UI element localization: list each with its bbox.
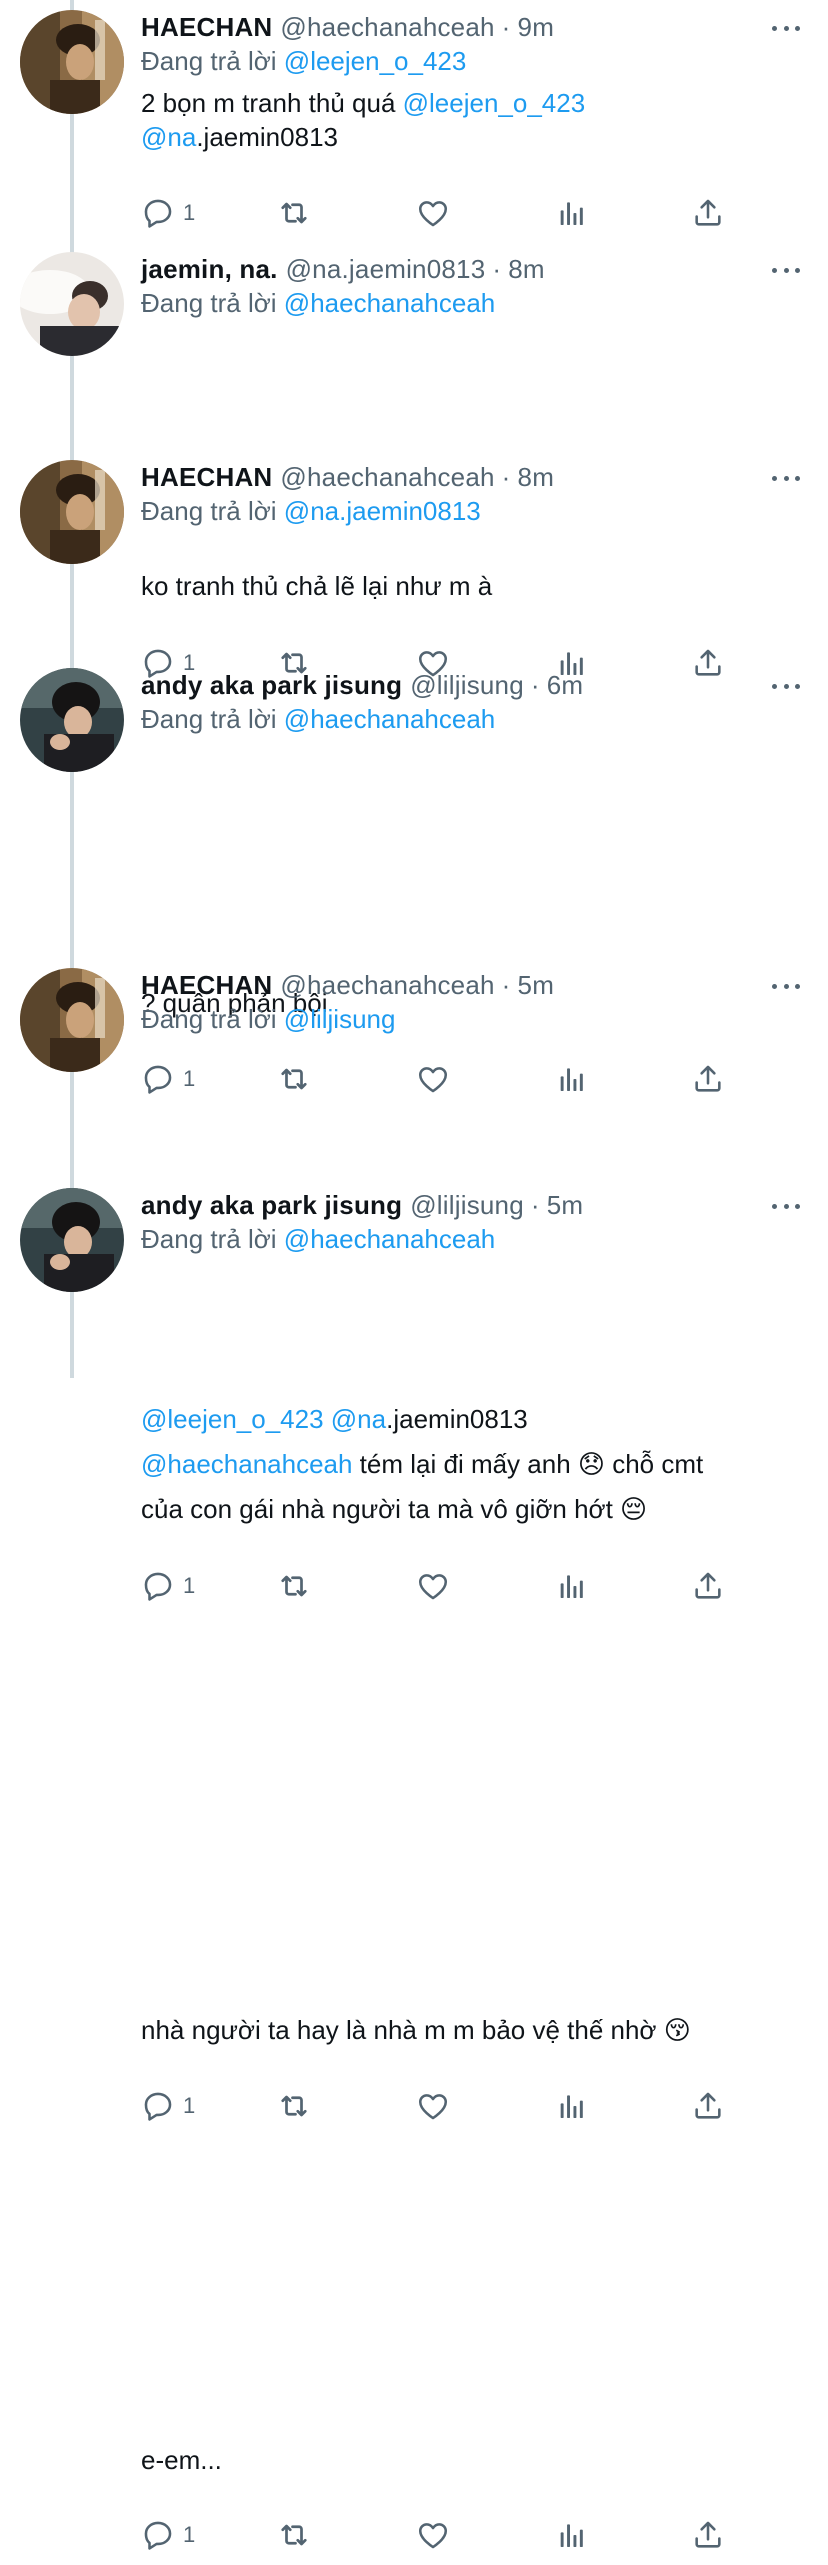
replying-to: Đang trả lời @na.jaemin0813	[141, 496, 481, 527]
reply-icon	[141, 2518, 175, 2552]
avatar[interactable]	[20, 968, 124, 1072]
heart-icon	[416, 2518, 450, 2552]
user-handle[interactable]: @liljisung	[410, 670, 524, 701]
replying-to: Đang trả lời @haechanahceah	[141, 704, 495, 735]
reply-icon	[141, 196, 175, 230]
user-handle[interactable]: @haechanahceah	[280, 462, 494, 493]
timestamp[interactable]: 5m	[547, 1190, 584, 1221]
reply-button[interactable]: 1	[141, 193, 195, 233]
timestamp[interactable]: 5m	[518, 970, 555, 1001]
timestamp[interactable]: 9m	[518, 12, 555, 43]
separator-dot: ·	[530, 1189, 540, 1220]
user-handle[interactable]: @haechanahceah	[280, 12, 494, 43]
tweet-header: HAECHAN @haechanahceah · 8m	[141, 460, 554, 494]
replying-label: Đang trả lời	[141, 1224, 277, 1254]
share-button[interactable]	[691, 193, 725, 233]
retweet-icon	[276, 2517, 312, 2553]
text-segment: e-em...	[141, 2445, 222, 2475]
reply-tweet[interactable]: andy aka park jisung @liljisung · 5m Đan…	[0, 1188, 828, 2565]
timestamp[interactable]: 8m	[508, 254, 545, 285]
bar-chart-icon	[556, 197, 588, 229]
separator-dot: ·	[492, 253, 502, 284]
user-handle[interactable]: @haechanahceah	[280, 970, 494, 1001]
display-name[interactable]: jaemin, na.	[141, 254, 278, 285]
replying-to: Đang trả lời @leejen_o_423	[141, 46, 466, 77]
replying-to: Đang trả lời @haechanahceah	[141, 1224, 495, 1255]
reply-target-mention[interactable]: @liljisung	[284, 1004, 396, 1034]
reply-target-mention[interactable]: @na.jaemin0813	[284, 496, 481, 526]
avatar[interactable]	[20, 668, 124, 772]
like-button[interactable]	[416, 2515, 450, 2555]
tweet-header: andy aka park jisung @liljisung · 6m	[141, 668, 583, 702]
reply-target-mention[interactable]: @haechanahceah	[284, 1224, 495, 1254]
tweet-text-line: e-em...	[141, 2445, 222, 2476]
more-options-icon[interactable]	[772, 260, 800, 280]
user-handle[interactable]: @liljisung	[410, 1190, 524, 1221]
timestamp[interactable]: 6m	[547, 670, 584, 701]
display-name[interactable]: HAECHAN	[141, 462, 272, 493]
avatar[interactable]	[20, 1188, 124, 1292]
separator-dot: ·	[501, 461, 511, 492]
display-name[interactable]: HAECHAN	[141, 12, 272, 43]
like-button[interactable]	[416, 193, 450, 233]
more-options-icon[interactable]	[772, 1196, 800, 1216]
heart-icon	[416, 196, 450, 230]
views-button[interactable]	[556, 2515, 588, 2555]
separator-dot: ·	[501, 11, 511, 42]
replying-label: Đang trả lời	[141, 704, 277, 734]
avatar[interactable]	[20, 10, 124, 114]
more-options-icon[interactable]	[772, 18, 800, 38]
display-name[interactable]: andy aka park jisung	[141, 1190, 402, 1221]
replying-label: Đang trả lời	[141, 1004, 277, 1034]
views-button[interactable]	[556, 193, 588, 233]
share-icon	[691, 196, 725, 230]
tweet-actions: 1	[141, 2515, 741, 2555]
share-icon	[691, 2518, 725, 2552]
avatar[interactable]	[20, 460, 124, 564]
mention-link[interactable]: @na	[141, 122, 196, 152]
user-handle[interactable]: @na.jaemin0813	[286, 254, 486, 285]
more-options-icon[interactable]	[772, 468, 800, 488]
reply-count: 1	[183, 200, 196, 225]
retweet-icon	[276, 195, 312, 231]
more-options-icon[interactable]	[772, 976, 800, 996]
tweet-text-line: @na.jaemin0813	[141, 122, 338, 153]
timestamp[interactable]: 8m	[518, 462, 555, 493]
replying-label: Đang trả lời	[141, 46, 277, 76]
replying-label: Đang trả lời	[141, 496, 277, 526]
reply-tweet[interactable]: HAECHAN @haechanahceah · 9m Đang trả lời…	[0, 10, 828, 243]
tweet-header: jaemin, na. @na.jaemin0813 · 8m	[141, 252, 545, 286]
reply-target-mention[interactable]: @haechanahceah	[284, 288, 495, 318]
avatar[interactable]	[20, 252, 124, 356]
replying-to: Đang trả lời @haechanahceah	[141, 288, 495, 319]
display-name[interactable]: andy aka park jisung	[141, 670, 402, 701]
text-segment: .jaemin0813	[196, 122, 338, 152]
separator-dot: ·	[530, 669, 540, 700]
tweet-actions: 1	[141, 193, 741, 233]
tweet-header: andy aka park jisung @liljisung · 5m	[141, 1188, 583, 1222]
reply-button[interactable]: 1	[141, 2515, 195, 2555]
reply-count: 1	[183, 2522, 196, 2547]
bar-chart-icon	[556, 2519, 588, 2551]
reply-target-mention[interactable]: @leejen_o_423	[284, 46, 467, 76]
tweet-header: HAECHAN @haechanahceah · 5m	[141, 968, 554, 1002]
share-button[interactable]	[691, 2515, 725, 2555]
replying-label: Đang trả lời	[141, 288, 277, 318]
replying-to: Đang trả lời @liljisung	[141, 1004, 395, 1035]
retweet-button[interactable]	[276, 193, 312, 233]
separator-dot: ·	[501, 969, 511, 1000]
text-segment: 2 bọn m tranh thủ quá	[141, 88, 403, 118]
reply-target-mention[interactable]: @haechanahceah	[284, 704, 495, 734]
more-options-icon[interactable]	[772, 676, 800, 696]
tweet-header: HAECHAN @haechanahceah · 9m	[141, 10, 554, 44]
tweet-text-line: 2 bọn m tranh thủ quá @leejen_o_423	[141, 88, 585, 119]
display-name[interactable]: HAECHAN	[141, 970, 272, 1001]
mention-link[interactable]: @leejen_o_423	[403, 88, 586, 118]
retweet-button[interactable]	[276, 2515, 312, 2555]
